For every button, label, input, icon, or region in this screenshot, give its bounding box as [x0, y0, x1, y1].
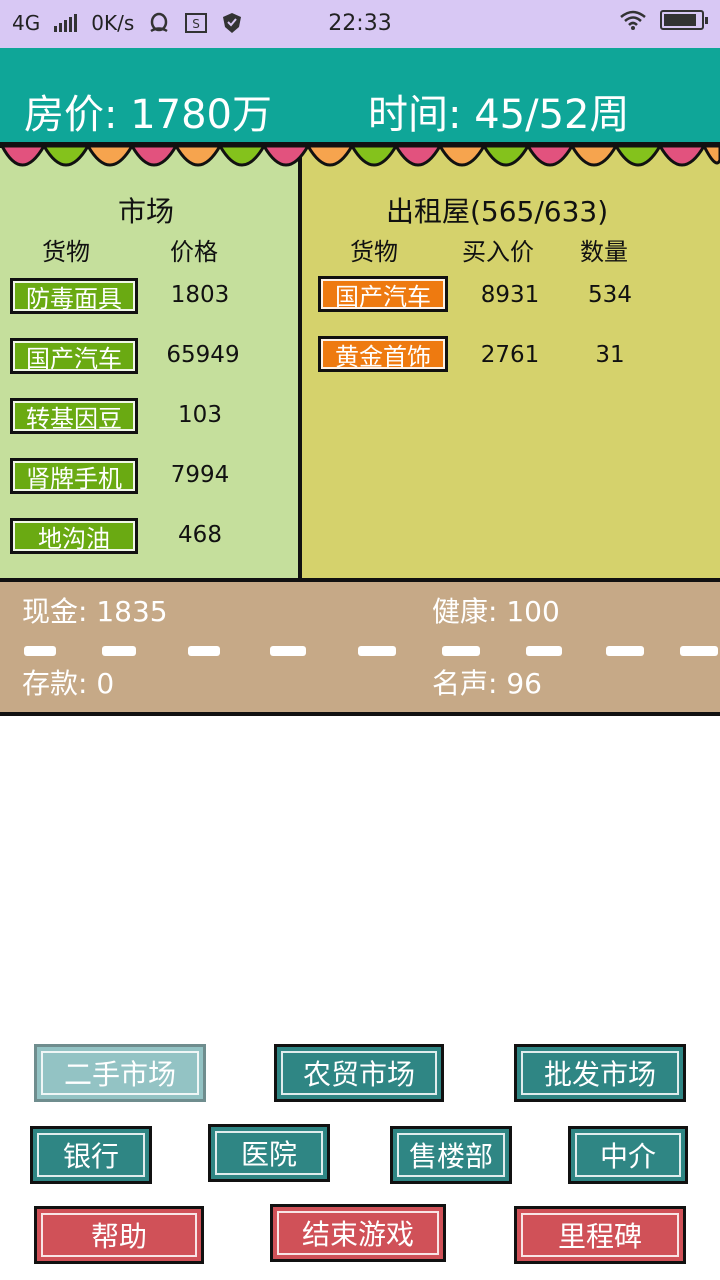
status-right [620, 10, 708, 30]
bank-button[interactable]: 银行 [30, 1126, 152, 1184]
rental-col-qty: 数量 [580, 238, 628, 266]
status-clock: 22:33 [328, 11, 392, 36]
farm-market-button[interactable]: 农贸市场 [274, 1044, 444, 1102]
rental-item-domestic-car[interactable]: 国产汽车 [318, 276, 448, 312]
market-item-gutter-oil[interactable]: 地沟油 [10, 518, 138, 554]
milestone-label: 里程碑 [557, 1220, 642, 1253]
road-dash [270, 646, 306, 656]
bank-label: 银行 [62, 1140, 119, 1173]
market-col-price: 价格 [170, 238, 218, 266]
player-stats-panel: 现金: 1835 健康: 100 存款: 0 名声: 96 [0, 578, 720, 716]
sales-office-button[interactable]: 售楼部 [390, 1126, 512, 1184]
market-item-gm-beans[interactable]: 转基因豆 [10, 398, 138, 434]
sales-office-label: 售楼部 [408, 1140, 493, 1173]
market-price-gas-mask: 1803 [170, 282, 230, 308]
battery-fill [664, 14, 696, 26]
deposit-stat: 存款: 0 [22, 667, 115, 700]
market-price-gutter-oil: 468 [178, 522, 222, 548]
market-item-domestic-car[interactable]: 国产汽车 [10, 338, 138, 374]
hospital-button[interactable]: 医院 [208, 1124, 330, 1182]
agency-label: 中介 [599, 1140, 656, 1173]
rental-title: 出租屋(565/633) [386, 195, 609, 228]
help-button[interactable]: 帮助 [34, 1206, 204, 1264]
rental-col-goods: 货物 [350, 238, 398, 266]
road-dash [358, 646, 396, 656]
second-hand-market-label: 二手市场 [63, 1058, 176, 1091]
road-dash [680, 646, 718, 656]
market-price-domestic-car: 65949 [166, 342, 240, 368]
fame-stat: 名声: 96 [432, 667, 542, 700]
wifi-icon [620, 10, 646, 30]
road-dash [526, 646, 562, 656]
market-price-kidney-phone: 7994 [170, 462, 230, 488]
road-dash [188, 646, 220, 656]
health-stat: 健康: 100 [432, 595, 560, 628]
rental-qty-gold-jewelry: 31 [595, 342, 625, 368]
week-counter-label: 时间: 45/52周 [368, 92, 630, 138]
market-price-gm-beans: 103 [178, 402, 222, 428]
market-item-kidney-phone[interactable]: 肾牌手机 [10, 458, 138, 494]
cash-stat: 现金: 1835 [22, 595, 168, 628]
road-dash [606, 646, 644, 656]
second-hand-market-button[interactable]: 二手市场 [34, 1044, 206, 1102]
game-header: 房价: 1780万 时间: 45/52周 [0, 48, 720, 148]
market-title: 市场 [118, 195, 175, 228]
farm-market-label: 农贸市场 [302, 1058, 415, 1091]
rental-buyprice-gold-jewelry: 2761 [480, 342, 540, 368]
help-label: 帮助 [90, 1220, 147, 1253]
road-dash [24, 646, 56, 656]
wholesale-market-label: 批发市场 [543, 1058, 656, 1091]
market-col-goods: 货物 [42, 238, 90, 266]
road-dash [102, 646, 136, 656]
house-price-label: 房价: 1780万 [24, 92, 272, 138]
end-game-button[interactable]: 结束游戏 [270, 1204, 446, 1262]
milestone-button[interactable]: 里程碑 [514, 1206, 686, 1264]
rental-panel: 出租屋(565/633) 货物 买入价 数量 国产汽车 8931 534 黄金首… [302, 148, 720, 578]
wholesale-market-button[interactable]: 批发市场 [514, 1044, 686, 1102]
status-bar: 4G 0K/s S 22:33 [0, 0, 720, 48]
hospital-label: 医院 [240, 1138, 297, 1171]
rental-col-buy-price: 买入价 [462, 238, 534, 266]
rental-item-gold-jewelry[interactable]: 黄金首饰 [318, 336, 448, 372]
battery-icon [660, 10, 708, 30]
end-game-label: 结束游戏 [301, 1218, 414, 1251]
market-panel: 市场 货物 价格 防毒面具 1803 国产汽车 65949 转基因豆 103 肾… [0, 148, 302, 578]
rental-qty-domestic-car: 534 [588, 282, 632, 308]
agency-button[interactable]: 中介 [568, 1126, 688, 1184]
road-dash [442, 646, 480, 656]
bunting-decoration [0, 142, 720, 167]
market-item-gas-mask[interactable]: 防毒面具 [10, 278, 138, 314]
rental-buyprice-domestic-car: 8931 [480, 282, 540, 308]
